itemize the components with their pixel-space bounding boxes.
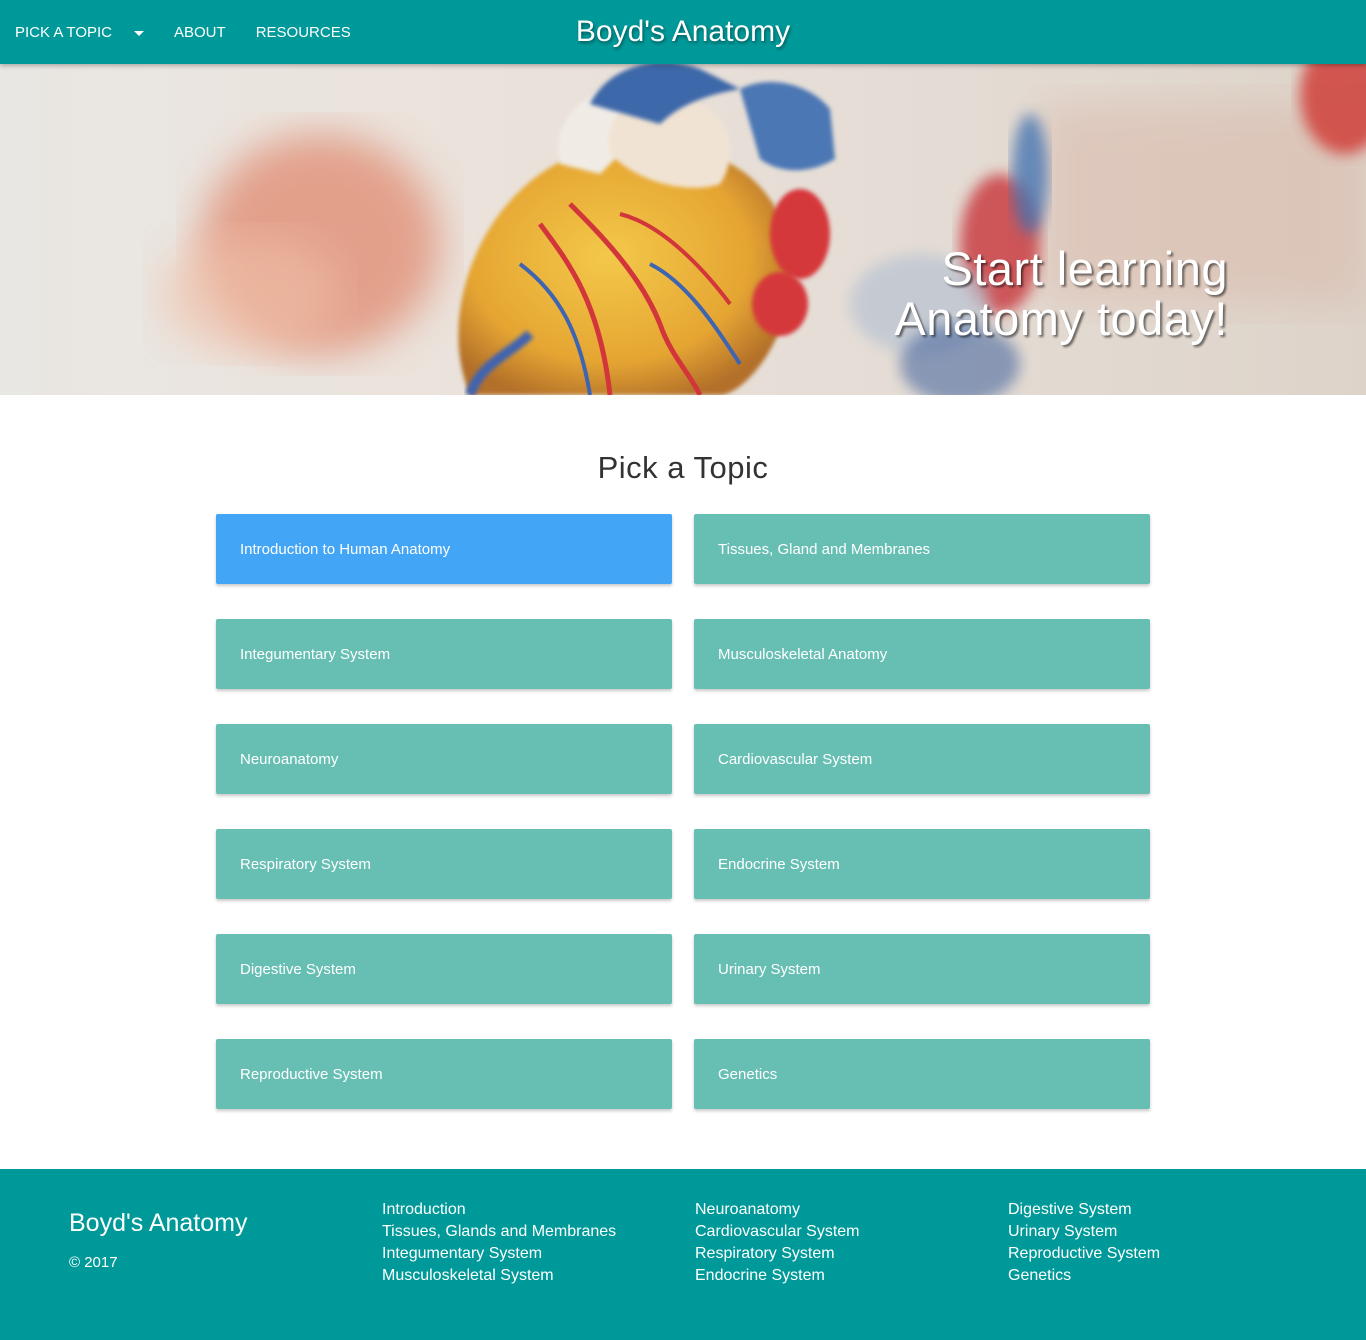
topic-card-digestive[interactable]: Digestive System bbox=[216, 934, 672, 1004]
footer-brand: Boyd's Anatomy bbox=[69, 1209, 248, 1237]
footer-link-reproductive[interactable]: Reproductive System bbox=[1008, 1243, 1160, 1265]
footer-links-col-3: Digestive System Urinary System Reproduc… bbox=[1008, 1199, 1160, 1287]
hero-line-1: Start learning bbox=[941, 242, 1228, 295]
footer-link-digestive[interactable]: Digestive System bbox=[1008, 1199, 1160, 1221]
footer-link-integumentary[interactable]: Integumentary System bbox=[382, 1243, 616, 1265]
hero-line-2: Anatomy today! bbox=[894, 292, 1228, 345]
footer-link-endocrine[interactable]: Endocrine System bbox=[695, 1265, 860, 1287]
topic-card-introduction[interactable]: Introduction to Human Anatomy bbox=[216, 514, 672, 584]
topic-card-neuroanatomy[interactable]: Neuroanatomy bbox=[216, 724, 672, 794]
topic-card-urinary[interactable]: Urinary System bbox=[694, 934, 1150, 1004]
hero-banner: Start learning Anatomy today! bbox=[0, 64, 1366, 395]
topic-card-musculoskeletal[interactable]: Musculoskeletal Anatomy bbox=[694, 619, 1150, 689]
topic-card-integumentary[interactable]: Integumentary System bbox=[216, 619, 672, 689]
section-title: Pick a Topic bbox=[597, 450, 769, 485]
footer-link-introduction[interactable]: Introduction bbox=[382, 1199, 616, 1221]
footer-link-urinary[interactable]: Urinary System bbox=[1008, 1221, 1160, 1243]
topic-card-tissues[interactable]: Tissues, Gland and Membranes bbox=[694, 514, 1150, 584]
topic-card-endocrine[interactable]: Endocrine System bbox=[694, 829, 1150, 899]
caret-down-icon bbox=[134, 30, 144, 36]
hero-headline: Start learning Anatomy today! bbox=[894, 244, 1228, 344]
footer-link-respiratory[interactable]: Respiratory System bbox=[695, 1243, 860, 1265]
footer-link-neuroanatomy[interactable]: Neuroanatomy bbox=[695, 1199, 860, 1221]
topic-card-reproductive[interactable]: Reproductive System bbox=[216, 1039, 672, 1109]
pick-topic-label: PICK A TOPIC bbox=[15, 23, 112, 41]
resources-link[interactable]: RESOURCES bbox=[256, 24, 351, 41]
footer-link-tissues[interactable]: Tissues, Glands and Membranes bbox=[382, 1221, 616, 1243]
page-footer: Boyd's Anatomy © 2017 Introduction Tissu… bbox=[0, 1169, 1366, 1340]
topic-grid: Introduction to Human Anatomy Tissues, G… bbox=[216, 514, 1150, 1109]
topic-card-cardiovascular[interactable]: Cardiovascular System bbox=[694, 724, 1150, 794]
footer-link-musculoskeletal[interactable]: Musculoskeletal System bbox=[382, 1265, 616, 1287]
topic-card-genetics[interactable]: Genetics bbox=[694, 1039, 1150, 1109]
footer-links-col-2: Neuroanatomy Cardiovascular System Respi… bbox=[695, 1199, 860, 1287]
footer-link-genetics[interactable]: Genetics bbox=[1008, 1265, 1160, 1287]
pick-topic-dropdown[interactable]: PICK A TOPIC bbox=[15, 24, 144, 41]
topic-card-respiratory[interactable]: Respiratory System bbox=[216, 829, 672, 899]
top-navbar: PICK A TOPIC ABOUT RESOURCES Boyd's Anat… bbox=[0, 0, 1366, 64]
nav-menu: PICK A TOPIC ABOUT RESOURCES bbox=[15, 0, 351, 64]
heart-model-image bbox=[0, 64, 1366, 395]
footer-copyright: © 2017 bbox=[69, 1254, 118, 1271]
footer-link-cardiovascular[interactable]: Cardiovascular System bbox=[695, 1221, 860, 1243]
footer-links-col-1: Introduction Tissues, Glands and Membran… bbox=[382, 1199, 616, 1287]
about-link[interactable]: ABOUT bbox=[174, 24, 226, 41]
